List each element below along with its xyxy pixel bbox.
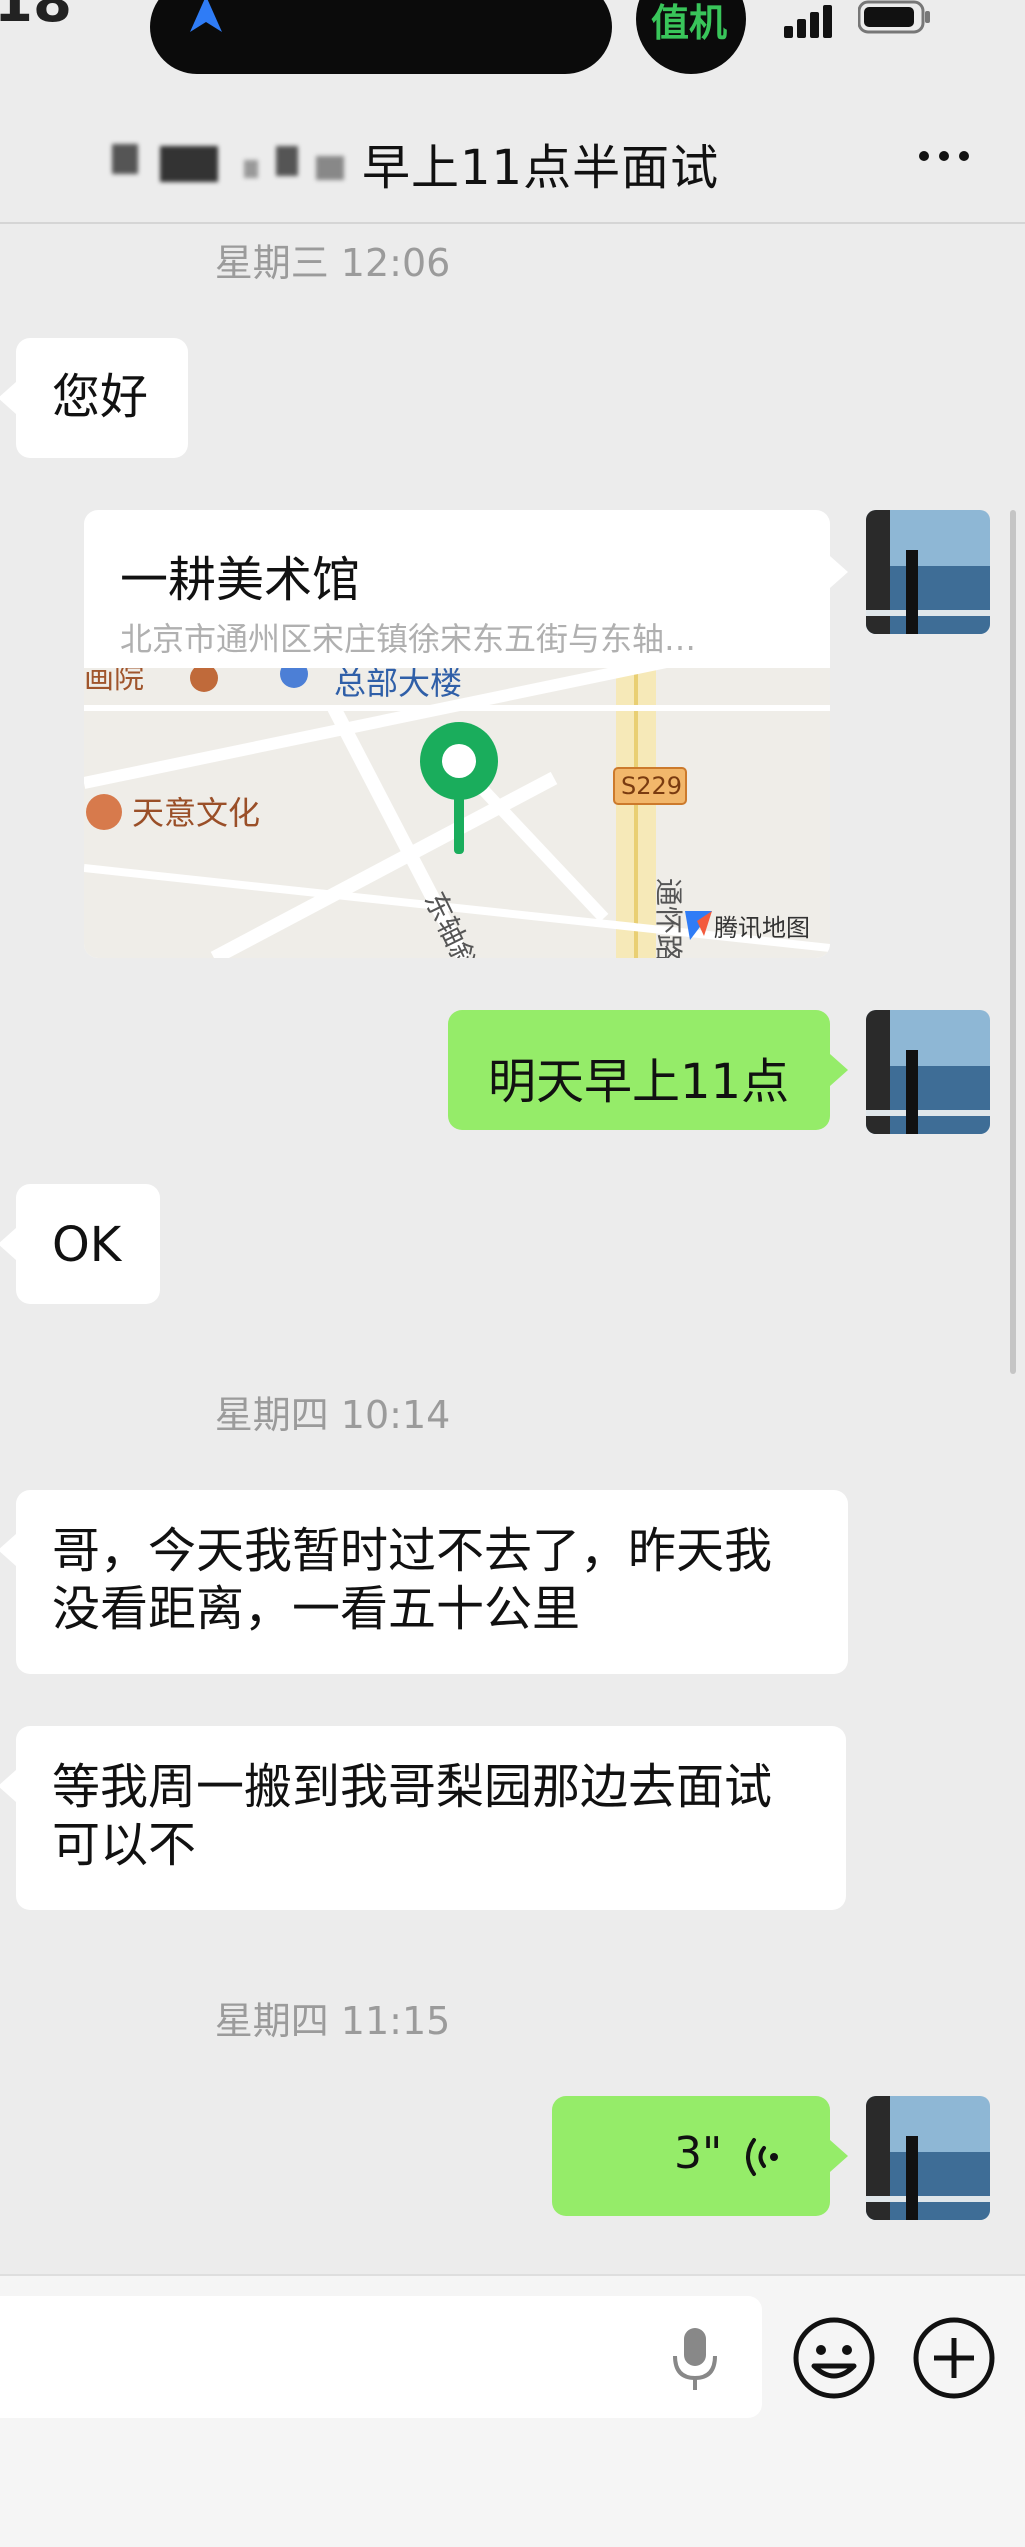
- contact-name-mask: [316, 156, 344, 180]
- avatar[interactable]: [866, 510, 990, 634]
- more-icon[interactable]: [914, 144, 974, 168]
- map-pin-icon: [454, 796, 464, 854]
- plus-icon[interactable]: [912, 2316, 996, 2400]
- location-card[interactable]: 一耕美术馆 北京市通州区宋庄镇徐宋东五街与东轴… 画院 总部大楼 天意文化 S2…: [84, 510, 830, 958]
- voice-message[interactable]: 3": [552, 2096, 848, 2216]
- battery-icon: [858, 0, 930, 34]
- map-label-gallery: 画院: [84, 668, 144, 696]
- avatar[interactable]: [866, 2096, 990, 2220]
- location-name: 一耕美术馆: [120, 552, 361, 608]
- location-arrow-icon: [190, 0, 222, 32]
- status-time: 18: [0, 0, 72, 35]
- mic-icon[interactable]: [670, 2326, 720, 2392]
- message-text: 可以不: [52, 1817, 197, 1873]
- message-text: 您好: [52, 369, 149, 425]
- location-address: 北京市通州区宋庄镇徐宋东五街与东轴…: [120, 620, 697, 658]
- map-label-hq: 总部大楼: [334, 668, 462, 702]
- voice-duration: 3": [674, 2128, 723, 2179]
- message-bubble-received[interactable]: OK: [0, 1184, 160, 1304]
- map-road-tonghuai: 通怀路: [652, 878, 685, 958]
- message-bubble-received[interactable]: 哥，今天我暂时过不去了，昨天我 没看距离，一看五十公里: [0, 1490, 848, 1674]
- contact-name-mask: [276, 146, 298, 176]
- location-map[interactable]: 画院 总部大楼 天意文化 S229 东轴斜 通怀路 腾讯地图: [84, 668, 830, 958]
- message-text: 没看距离，一看五十公里: [52, 1581, 581, 1637]
- emoji-icon[interactable]: [792, 2316, 876, 2400]
- chat-title: 早上11点半面试: [362, 140, 720, 196]
- message-bubble-received[interactable]: 等我周一搬到我哥梨园那边去面试 可以不: [0, 1726, 846, 1910]
- map-provider-label: 腾讯地图: [714, 914, 810, 942]
- message-bubble-received[interactable]: 您好: [0, 338, 188, 458]
- timestamp: 星期三 12:06: [214, 241, 451, 285]
- location-card-tail: [830, 556, 848, 588]
- contact-name-mask: [112, 144, 138, 174]
- timestamp: 星期四 10:14: [214, 1393, 451, 1437]
- avatar[interactable]: [866, 1010, 990, 1134]
- message-text: 明天早上11点: [488, 1054, 790, 1110]
- message-bubble-sent[interactable]: 明天早上11点: [448, 1010, 848, 1130]
- status-bar: 18 值机: [0, 0, 1025, 90]
- map-road-s229: S229: [621, 772, 682, 800]
- message-text: OK: [52, 1217, 122, 1273]
- message-text: 等我周一搬到我哥梨园那边去面试: [52, 1759, 773, 1815]
- map-label-culture: 天意文化: [132, 794, 260, 832]
- contact-name-mask: [160, 146, 218, 182]
- signal-icon: [784, 5, 832, 38]
- message-text: 哥，今天我暂时过不去了，昨天我: [52, 1523, 773, 1579]
- scrollbar[interactable]: [1010, 510, 1016, 1374]
- timestamp: 星期四 11:15: [214, 1999, 451, 2043]
- live-activity-label: 值机: [651, 1, 728, 45]
- voice-wave-icon: [746, 2138, 778, 2176]
- message-input[interactable]: [0, 2296, 762, 2418]
- contact-name-mask: [244, 160, 258, 178]
